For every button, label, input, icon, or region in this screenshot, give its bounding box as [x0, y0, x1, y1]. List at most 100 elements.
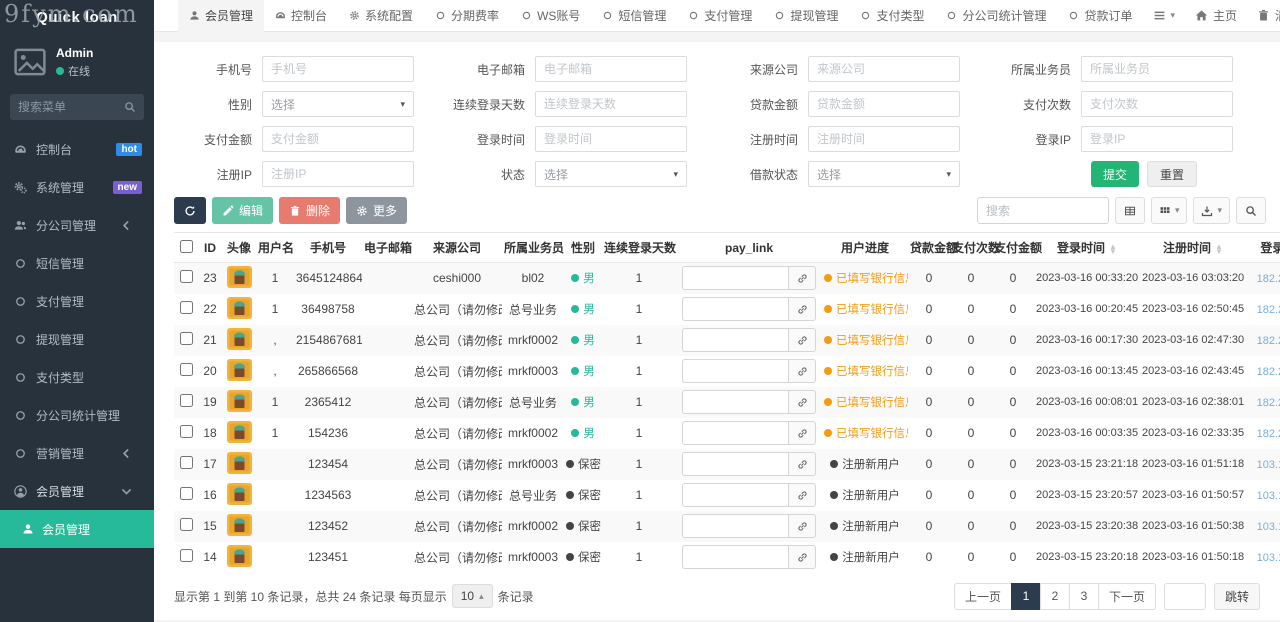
tab-loan-orders[interactable]: 贷款订单 [1057, 0, 1143, 32]
reset-button[interactable]: 重置 [1147, 161, 1197, 187]
page-button-2[interactable]: 2 [1040, 583, 1070, 610]
prev-page-button[interactable]: 上一页 [954, 583, 1012, 610]
filter-select[interactable]: 选择▾ [262, 91, 414, 117]
row-checkbox[interactable] [180, 332, 193, 345]
ip-link[interactable]: 103.187. [1257, 552, 1280, 564]
page-size-select[interactable]: 10 ▴ [452, 584, 493, 608]
sidebar-item-console[interactable]: 控制台hot [0, 130, 154, 168]
pay-link-input[interactable] [682, 266, 788, 290]
jump-button[interactable]: 跳转 [1214, 583, 1260, 610]
filter-input[interactable] [1081, 56, 1233, 82]
page-button-3[interactable]: 3 [1069, 583, 1099, 610]
row-checkbox[interactable] [180, 425, 193, 438]
filter-input[interactable] [535, 56, 687, 82]
filter-input[interactable] [262, 161, 414, 187]
row-checkbox[interactable] [180, 549, 193, 562]
cell-login_ip[interactable]: 103.187. [1246, 511, 1280, 542]
pay-link-input[interactable] [682, 545, 788, 569]
filter-select[interactable]: 选择▾ [535, 161, 687, 187]
row-checkbox[interactable] [180, 270, 193, 283]
filter-input[interactable] [262, 126, 414, 152]
pay-link-input[interactable] [682, 421, 788, 445]
cell-login_ip[interactable]: 182.239. [1246, 387, 1280, 418]
refresh-button[interactable] [174, 197, 206, 224]
delete-button[interactable]: 删除 [279, 197, 340, 224]
pay-link-input[interactable] [682, 483, 788, 507]
ip-link[interactable]: 182.239. [1257, 273, 1280, 285]
home-button[interactable]: 主页 [1186, 0, 1246, 32]
pay-link-input[interactable] [682, 297, 788, 321]
select-all-checkbox[interactable] [180, 240, 193, 253]
pay-link-input[interactable] [682, 359, 788, 383]
sidebar-item-branch-stats[interactable]: 分公司统计管理 [0, 396, 154, 434]
pay-link-input[interactable] [682, 328, 788, 352]
row-checkbox[interactable] [180, 301, 193, 314]
sidebar-item-system[interactable]: 系统管理new [0, 168, 154, 206]
ip-link[interactable]: 103.187. [1257, 490, 1280, 502]
filter-input[interactable] [1081, 91, 1233, 117]
cell-login_ip[interactable]: 103.187. [1246, 480, 1280, 511]
page-button-1[interactable]: 1 [1011, 583, 1041, 610]
pay-link-input[interactable] [682, 514, 788, 538]
ip-link[interactable]: 182.239. [1257, 304, 1280, 316]
cell-login_ip[interactable]: 103.187. [1246, 542, 1280, 573]
row-checkbox[interactable] [180, 363, 193, 376]
clear-cache-button[interactable]: 清除缓存 [1248, 0, 1280, 32]
sidebar-item-member[interactable]: 会员管理 [0, 472, 154, 510]
tab-sms[interactable]: 短信管理 [591, 0, 677, 32]
pay-link-button[interactable] [788, 483, 816, 507]
filter-input[interactable] [262, 56, 414, 82]
more-button[interactable]: 更多 [346, 197, 407, 224]
pay-link-button[interactable] [788, 328, 816, 352]
export-button[interactable]: ▾ [1193, 197, 1230, 224]
pay-link-input[interactable] [682, 452, 788, 476]
sidebar-item-branch[interactable]: 分公司管理 [0, 206, 154, 244]
hamburger-icon[interactable] [154, 9, 178, 23]
sidebar-item-marketing[interactable]: 营销管理 [0, 434, 154, 472]
ip-link[interactable]: 182.239. [1257, 366, 1280, 378]
columns-button[interactable]: ▾ [1151, 197, 1188, 224]
column-header-reg_time[interactable]: 注册时间▲▼ [1140, 233, 1246, 263]
jump-page-input[interactable] [1164, 583, 1206, 610]
pay-link-button[interactable] [788, 297, 816, 321]
cell-login_ip[interactable]: 103.187. [1246, 449, 1280, 480]
column-header-login_time[interactable]: 登录时间▲▼ [1034, 233, 1140, 263]
tab-withdraw[interactable]: 提现管理 [763, 0, 849, 32]
sidebar-item-payment[interactable]: 支付管理 [0, 282, 154, 320]
pay-link-button[interactable] [788, 421, 816, 445]
ip-link[interactable]: 182.239. [1257, 428, 1280, 440]
toggle-view-button[interactable] [1115, 197, 1145, 224]
ip-link[interactable]: 182.239. [1257, 397, 1280, 409]
filter-input[interactable] [535, 91, 687, 117]
tab-member[interactable]: 会员管理 [178, 0, 264, 32]
pay-link-button[interactable] [788, 390, 816, 414]
sidebar-item-paytype[interactable]: 支付类型 [0, 358, 154, 396]
cell-login_ip[interactable]: 182.239. [1246, 325, 1280, 356]
tab-payment[interactable]: 支付管理 [677, 0, 763, 32]
filter-input[interactable] [808, 91, 960, 117]
filter-select[interactable]: 选择▾ [808, 161, 960, 187]
pay-link-button[interactable] [788, 514, 816, 538]
submit-button[interactable]: 提交 [1091, 161, 1139, 187]
tab-sysconfig[interactable]: 系统配置 [338, 0, 424, 32]
search-button[interactable] [1236, 197, 1266, 224]
ip-link[interactable]: 103.187. [1257, 459, 1280, 471]
next-page-button[interactable]: 下一页 [1098, 583, 1156, 610]
pay-link-input[interactable] [682, 390, 788, 414]
row-checkbox[interactable] [180, 487, 193, 500]
pay-link-button[interactable] [788, 452, 816, 476]
column-header-check[interactable] [174, 233, 198, 263]
edit-button[interactable]: 编辑 [212, 197, 273, 224]
filter-input[interactable] [1081, 126, 1233, 152]
sidebar-item-withdraw[interactable]: 提现管理 [0, 320, 154, 358]
sidebar-subitem-member-list[interactable]: 会员管理 [0, 510, 154, 548]
tab-branch-stats[interactable]: 分公司统计管理 [935, 0, 1057, 32]
ip-link[interactable]: 103.187. [1257, 521, 1280, 533]
tab-paytype[interactable]: 支付类型 [849, 0, 935, 32]
cell-login_ip[interactable]: 182.239. [1246, 356, 1280, 387]
pay-link-button[interactable] [788, 545, 816, 569]
cell-login_ip[interactable]: 182.239. [1246, 263, 1280, 294]
row-checkbox[interactable] [180, 518, 193, 531]
filter-input[interactable] [808, 56, 960, 82]
sidebar-search-input[interactable] [18, 100, 124, 114]
